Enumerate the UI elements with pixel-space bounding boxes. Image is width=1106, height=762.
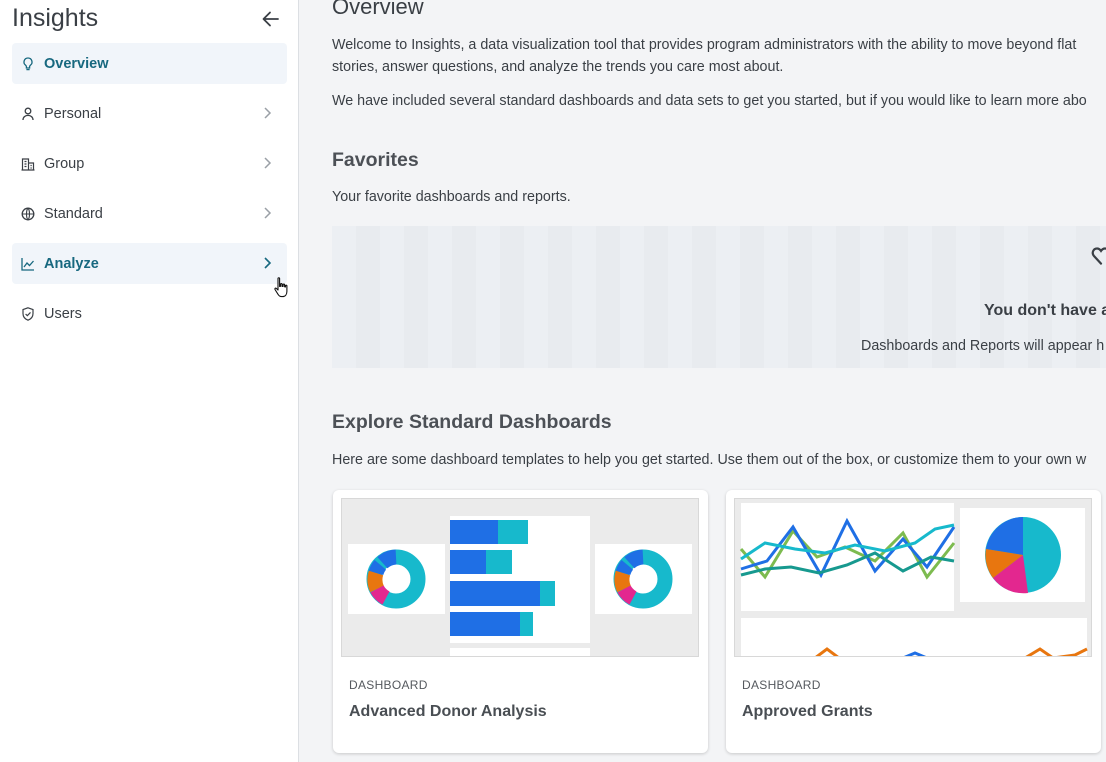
sidebar-item-label: Group	[44, 155, 85, 172]
sidebar: Insights Overview Personal Group Standar…	[0, 0, 299, 762]
explore-description: Here are some dashboard templates to hel…	[332, 452, 1087, 468]
explore-heading: Explore Standard Dashboards	[332, 411, 612, 433]
heart-icon	[1091, 247, 1106, 265]
favorites-heading: Favorites	[332, 149, 419, 171]
line-chart-icon	[20, 256, 36, 272]
card-title: Approved Grants	[742, 703, 873, 720]
sidebar-item-label: Personal	[44, 105, 102, 122]
chevron-right-icon	[264, 257, 272, 269]
building-icon	[20, 156, 36, 172]
donor-dashboard-preview-image	[348, 516, 692, 656]
card-type-label: DASHBOARD	[742, 678, 821, 692]
grants-dashboard-preview-image	[739, 503, 1088, 656]
chevron-right-icon	[264, 157, 272, 169]
sidebar-item-overview[interactable]: Overview	[12, 43, 287, 84]
intro-text-line-2: stories, answer questions, and analyze t…	[332, 59, 784, 75]
sidebar-item-group[interactable]: Group	[12, 143, 287, 184]
sidebar-item-label: Standard	[44, 205, 103, 222]
sidebar-item-label: Overview	[44, 55, 109, 72]
sidebar-item-users[interactable]: Users	[12, 293, 287, 334]
sidebar-item-analyze[interactable]: Analyze	[12, 243, 287, 284]
favorites-description: Your favorite dashboards and reports.	[332, 189, 571, 205]
sidebar-item-standard[interactable]: Standard	[12, 193, 287, 234]
card-type-label: DASHBOARD	[349, 678, 428, 692]
intro-text-line-3: We have included several standard dashbo…	[332, 93, 1087, 109]
arrow-left-icon	[262, 11, 279, 27]
collapse-sidebar-button[interactable]	[260, 8, 282, 30]
main-content: Overview Welcome to Insights, a data vis…	[300, 0, 1106, 762]
dashboard-thumbnail	[734, 498, 1092, 657]
person-icon	[20, 106, 36, 122]
lightbulb-icon	[20, 56, 36, 72]
favorites-empty-title: You don't have a	[984, 302, 1106, 319]
chevron-right-icon	[264, 107, 272, 119]
hand-pointer-cursor-icon	[274, 277, 288, 298]
sidebar-item-label: Users	[44, 305, 82, 322]
shield-icon	[20, 306, 36, 322]
dashboard-thumbnail	[341, 498, 699, 657]
app-title: Insights	[12, 4, 99, 32]
dashboard-card-approved-grants[interactable]: DASHBOARD Approved Grants	[726, 490, 1101, 753]
sidebar-item-personal[interactable]: Personal	[12, 93, 287, 134]
dashboard-card-advanced-donor-analysis[interactable]: DASHBOARD Advanced Donor Analysis	[333, 490, 708, 753]
sidebar-nav: Overview Personal Group Standard Analyze…	[12, 43, 287, 343]
chevron-right-icon	[264, 207, 272, 219]
sidebar-item-label: Analyze	[44, 255, 99, 272]
page-title: Overview	[332, 0, 424, 19]
card-title: Advanced Donor Analysis	[349, 703, 547, 720]
intro-text-line-1: Welcome to Insights, a data visualizatio…	[332, 37, 1077, 53]
favorites-empty-text: Dashboards and Reports will appear h	[861, 338, 1105, 354]
globe-icon	[20, 206, 36, 222]
